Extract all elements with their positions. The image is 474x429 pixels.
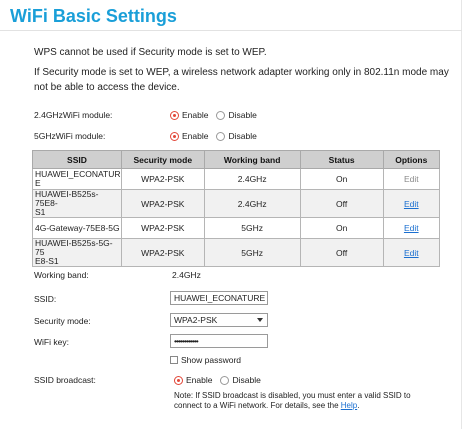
broadcast-disable-label[interactable]: Disable bbox=[232, 375, 260, 385]
edit-link-disabled: Edit bbox=[403, 174, 419, 184]
table-row: HUAWEI-B525s-75E8- S1 WPA2-PSK 2.4GHz Off… bbox=[32, 189, 441, 218]
table-row: HUAWEI_ECONATUR E WPA2-PSK 2.4GHz On Edit bbox=[32, 168, 441, 190]
wifi-5-disable-radio[interactable] bbox=[216, 131, 226, 141]
col-header-status: Status bbox=[299, 150, 384, 169]
status-cell: Off bbox=[299, 189, 384, 218]
security-mode-select[interactable]: WPA2-PSK bbox=[170, 313, 268, 327]
wep-note-line2: not be able to access the device. bbox=[34, 82, 180, 93]
table-header-row: SSID Security mode Working band Status O… bbox=[32, 150, 441, 169]
wifi-5-disable-label[interactable]: Disable bbox=[228, 131, 256, 141]
table-row: HUAWEI-B525s-5G-75 E8-S1 WPA2-PSK 5GHz Of… bbox=[32, 238, 441, 267]
wifi-5-enable-label[interactable]: Enable bbox=[182, 131, 208, 141]
wifi-24-enable-radio[interactable] bbox=[170, 110, 179, 120]
broadcast-enable-label[interactable]: Enable bbox=[186, 375, 212, 385]
wifi-5-enable-radio[interactable] bbox=[170, 131, 179, 141]
ssid-table: SSID Security mode Working band Status O… bbox=[32, 150, 441, 267]
working-band-label: Working band: bbox=[34, 270, 89, 280]
table-row: 4G-Gateway-75E8-5G WPA2-PSK 5GHz On Edit bbox=[32, 217, 441, 239]
wifi-24-disable-label[interactable]: Disable bbox=[228, 110, 256, 120]
ssid-broadcast-label: SSID broadcast: bbox=[34, 375, 96, 385]
chevron-down-icon bbox=[257, 318, 263, 322]
edit-cell: Edit bbox=[382, 238, 441, 267]
ssid-cell: HUAWEI-B525s-75E8- S1 bbox=[32, 189, 122, 218]
working-band-value: 2.4GHz bbox=[172, 270, 201, 280]
col-header-security: Security mode bbox=[120, 150, 205, 169]
wifi-24-module-radios: Enable Disable bbox=[170, 110, 262, 120]
edit-cell: Edit bbox=[382, 217, 441, 239]
edit-link[interactable]: Edit bbox=[404, 248, 419, 258]
status-cell: Off bbox=[299, 238, 384, 267]
ssid-cell: HUAWEI-B525s-5G-75 E8-S1 bbox=[32, 238, 122, 267]
col-header-band: Working band bbox=[203, 150, 301, 169]
title-divider bbox=[0, 30, 462, 31]
security-cell: WPA2-PSK bbox=[120, 217, 205, 239]
edit-link[interactable]: Edit bbox=[404, 223, 419, 233]
wep-note-line1: If Security mode is set to WEP, a wirele… bbox=[34, 67, 449, 78]
ssid-label: SSID: bbox=[34, 294, 57, 304]
col-header-options: Options bbox=[382, 150, 441, 169]
page-title: WiFi Basic Settings bbox=[10, 6, 177, 26]
security-cell: WPA2-PSK bbox=[120, 189, 205, 218]
band-cell: 2.4GHz bbox=[203, 168, 301, 190]
show-password-label[interactable]: Show password bbox=[181, 355, 241, 365]
security-mode-value: WPA2-PSK bbox=[174, 315, 218, 325]
ssid-broadcast-radios: Enable Disable bbox=[174, 375, 266, 385]
wifi-24-disable-radio[interactable] bbox=[216, 110, 226, 120]
wps-note: WPS cannot be used if Security mode is s… bbox=[34, 47, 267, 58]
wifi-24-module-label: 2.4GHzWiFi module: bbox=[34, 110, 113, 120]
col-header-ssid: SSID bbox=[32, 150, 122, 169]
edit-cell: Edit bbox=[382, 168, 441, 190]
right-border bbox=[461, 0, 462, 429]
status-cell: On bbox=[299, 168, 384, 190]
band-cell: 5GHz bbox=[203, 217, 301, 239]
security-cell: WPA2-PSK bbox=[120, 168, 205, 190]
wifi-5-module-label: 5GHzWiFi module: bbox=[34, 131, 106, 141]
edit-cell: Edit bbox=[382, 189, 441, 218]
ssid-input[interactable]: HUAWEI_ECONATURE bbox=[170, 291, 268, 305]
show-password-checkbox[interactable] bbox=[170, 356, 178, 364]
security-mode-label: Security mode: bbox=[34, 316, 91, 326]
ssid-cell: 4G-Gateway-75E8-5G bbox=[32, 217, 122, 239]
broadcast-enable-radio[interactable] bbox=[174, 375, 183, 385]
security-cell: WPA2-PSK bbox=[120, 238, 205, 267]
ssid-cell: HUAWEI_ECONATUR E bbox=[32, 168, 122, 190]
status-cell: On bbox=[299, 217, 384, 239]
wifi-24-enable-label[interactable]: Enable bbox=[182, 110, 208, 120]
show-password-row: Show password bbox=[170, 355, 241, 365]
band-cell: 5GHz bbox=[203, 238, 301, 267]
wifi-key-label: WiFi key: bbox=[34, 337, 69, 347]
broadcast-disable-radio[interactable] bbox=[220, 375, 230, 385]
edit-link[interactable]: Edit bbox=[404, 199, 419, 209]
band-cell: 2.4GHz bbox=[203, 189, 301, 218]
wifi-key-input[interactable]: •••••••••••• bbox=[170, 334, 268, 348]
help-link[interactable]: Help bbox=[341, 401, 357, 410]
wifi-5-module-radios: Enable Disable bbox=[170, 131, 262, 141]
ssid-broadcast-note: Note: If SSID broadcast is disabled, you… bbox=[174, 391, 411, 410]
